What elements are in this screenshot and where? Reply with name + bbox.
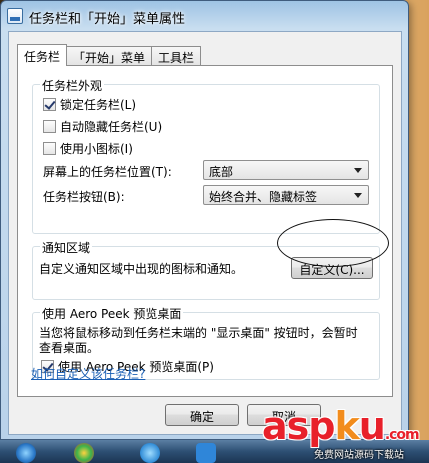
notification-description: 自定义通知区域中出现的图标和通知。 bbox=[39, 262, 244, 276]
chevron-down-icon bbox=[354, 193, 362, 198]
chevron-down-icon bbox=[354, 168, 362, 173]
title-bar[interactable]: 任务栏和「开始」菜单属性 bbox=[1, 1, 408, 31]
aero-peek-description-line2: 查看桌面。 bbox=[39, 339, 99, 356]
notification-description-row: 自定义通知区域中出现的图标和通知。 bbox=[39, 260, 243, 277]
location-dropdown[interactable]: 底部 bbox=[203, 160, 369, 180]
tab-start-menu[interactable]: 「开始」菜单 bbox=[66, 46, 153, 66]
taskbar-buttons-dropdown[interactable]: 始终合并、隐藏标签 bbox=[203, 185, 369, 205]
location-selected-value: 底部 bbox=[209, 165, 234, 179]
watermark-logo-u: u bbox=[358, 404, 386, 448]
appearance-group-label: 任务栏外观 bbox=[40, 77, 105, 94]
help-link[interactable]: 如何自定义该任务栏? bbox=[31, 365, 145, 382]
lock-taskbar-label: 锁定任务栏(L) bbox=[60, 98, 137, 112]
buttons-label-row: 任务栏按钮(B): bbox=[43, 188, 125, 205]
watermark: aspku.com 免费网站源码下载站 bbox=[262, 404, 428, 462]
notification-group-label: 通知区域 bbox=[40, 239, 93, 256]
location-label: 屏幕上的任务栏位置(T): bbox=[43, 165, 172, 179]
taskbar-buttons-label: 任务栏按钮(B): bbox=[43, 190, 125, 204]
auto-hide-label: 自动隐藏任务栏(U) bbox=[60, 120, 163, 134]
watermark-logo: aspku.com bbox=[262, 404, 420, 448]
tab-taskbar[interactable]: 任务栏 bbox=[17, 44, 68, 66]
small-icons-label: 使用小图标(I) bbox=[60, 142, 133, 156]
small-icons-checkbox[interactable] bbox=[43, 142, 56, 155]
tab-strip: 任务栏 「开始」菜单 工具栏 bbox=[17, 44, 202, 66]
appearance-group: 任务栏外观 锁定任务栏(L) 自动隐藏任务栏(U) 使用小图标(I) 屏幕上的任… bbox=[32, 77, 380, 234]
watermark-logo-k: k bbox=[334, 404, 359, 448]
aero-peek-group-label: 使用 Aero Peek 预览桌面 bbox=[40, 305, 184, 322]
ok-button[interactable]: 确定 bbox=[165, 404, 239, 426]
watermark-subtitle: 免费网站源码下载站 bbox=[314, 450, 404, 461]
app-icon[interactable] bbox=[196, 443, 216, 463]
tab-toolbars[interactable]: 工具栏 bbox=[151, 46, 202, 66]
lock-taskbar-row[interactable]: 锁定任务栏(L) bbox=[43, 96, 136, 113]
window-title: 任务栏和「开始」菜单属性 bbox=[29, 12, 186, 27]
location-label-row: 屏幕上的任务栏位置(T): bbox=[43, 163, 172, 180]
lock-taskbar-checkbox[interactable] bbox=[43, 98, 56, 111]
small-icons-row[interactable]: 使用小图标(I) bbox=[43, 140, 133, 157]
start-orb-icon[interactable] bbox=[16, 443, 36, 463]
annotation-oval bbox=[277, 219, 389, 267]
watermark-logo-asp: asp bbox=[262, 404, 335, 448]
taskbar-properties-icon bbox=[7, 8, 23, 24]
auto-hide-row[interactable]: 自动隐藏任务栏(U) bbox=[43, 118, 162, 135]
auto-hide-checkbox[interactable] bbox=[43, 120, 56, 133]
taskbar-buttons-selected-value: 始终合并、隐藏标签 bbox=[209, 190, 318, 204]
ie-icon[interactable] bbox=[140, 443, 160, 463]
aero-peek-description-2: 查看桌面。 bbox=[39, 341, 100, 355]
chrome-icon[interactable] bbox=[74, 443, 94, 463]
watermark-logo-suffix: .com bbox=[384, 427, 420, 443]
